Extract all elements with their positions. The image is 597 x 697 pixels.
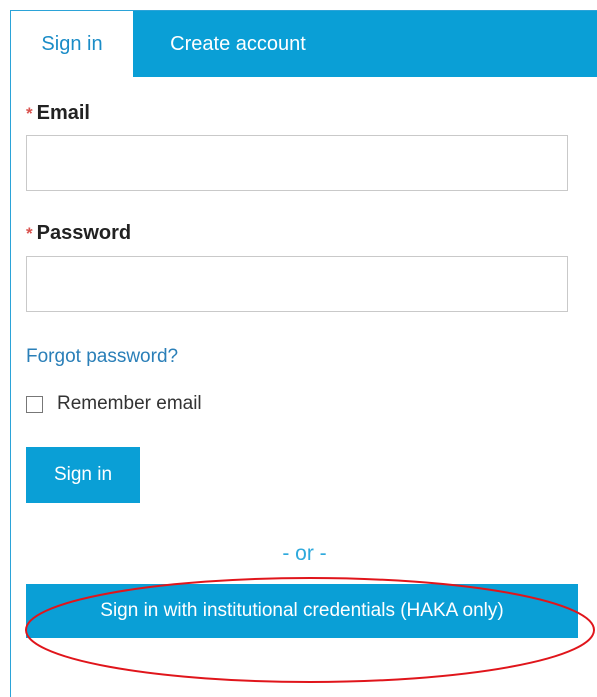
required-marker: * bbox=[26, 104, 33, 123]
email-label: * Email bbox=[26, 102, 90, 125]
tab-create-account-label: Create account bbox=[170, 32, 306, 55]
sign-in-button[interactable]: Sign in bbox=[26, 447, 140, 503]
tab-create-account[interactable]: Create account bbox=[133, 11, 343, 77]
forgot-password-link[interactable]: Forgot password? bbox=[26, 346, 178, 368]
remember-email-row: Remember email bbox=[26, 393, 202, 415]
remember-email-label[interactable]: Remember email bbox=[57, 393, 202, 415]
password-label-text: Password bbox=[36, 222, 132, 244]
tab-bar: Sign in Create account bbox=[11, 11, 597, 78]
password-label: * Password bbox=[26, 222, 131, 245]
password-field[interactable] bbox=[26, 256, 568, 312]
or-separator: - or - bbox=[282, 542, 327, 565]
required-marker: * bbox=[26, 224, 33, 243]
institutional-sign-in-button[interactable]: Sign in with institutional credentials (… bbox=[26, 584, 578, 638]
email-field[interactable] bbox=[26, 135, 568, 191]
tab-sign-in[interactable]: Sign in bbox=[11, 11, 133, 78]
remember-email-checkbox[interactable] bbox=[26, 395, 43, 413]
email-label-text: Email bbox=[36, 102, 90, 124]
tab-sign-in-label: Sign in bbox=[41, 33, 103, 55]
